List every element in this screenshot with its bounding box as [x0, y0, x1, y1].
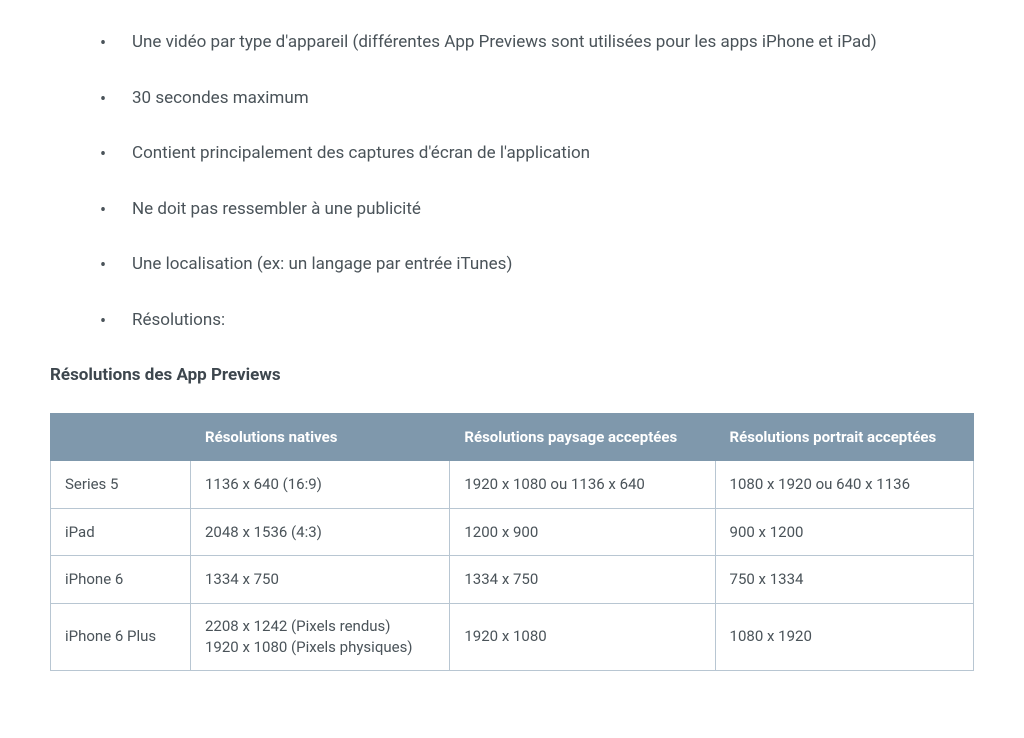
resolutions-table: Résolutions natives Résolutions paysage … — [50, 413, 974, 671]
table-cell-landscape: 1920 x 1080 — [450, 603, 715, 670]
table-row: iPad 2048 x 1536 (4:3) 1200 x 900 900 x … — [51, 508, 974, 556]
list-item: Contient principalement des captures d'é… — [100, 141, 984, 167]
section-heading: Résolutions des App Previews — [40, 363, 984, 389]
table-header-row: Résolutions natives Résolutions paysage … — [51, 413, 974, 461]
table-row: iPhone 6 1334 x 750 1334 x 750 750 x 133… — [51, 556, 974, 604]
table-cell-landscape: 1200 x 900 — [450, 508, 715, 556]
table-cell-portrait: 750 x 1334 — [715, 556, 973, 604]
table-cell-device: iPhone 6 — [51, 556, 191, 604]
table-cell-portrait: 900 x 1200 — [715, 508, 973, 556]
table-cell-native: 2208 x 1242 (Pixels rendus)1920 x 1080 (… — [191, 603, 450, 670]
list-item: Une vidéo par type d'appareil (différent… — [100, 30, 984, 56]
list-item: Ne doit pas ressembler à une publicité — [100, 197, 984, 223]
table-header-cell: Résolutions natives — [191, 413, 450, 461]
table-cell-device: iPhone 6 Plus — [51, 603, 191, 670]
table-wrapper: Résolutions natives Résolutions paysage … — [40, 413, 984, 671]
table-row: Series 5 1136 x 640 (16:9) 1920 x 1080 o… — [51, 461, 974, 509]
list-item: Résolutions: — [100, 308, 984, 334]
list-item: Une localisation (ex: un langage par ent… — [100, 252, 984, 278]
table-cell-device: Series 5 — [51, 461, 191, 509]
list-item: 30 secondes maximum — [100, 86, 984, 112]
bullet-list: Une vidéo par type d'appareil (différent… — [40, 30, 984, 333]
table-cell-device: iPad — [51, 508, 191, 556]
table-cell-landscape: 1334 x 750 — [450, 556, 715, 604]
table-header-cell: Résolutions paysage acceptées — [450, 413, 715, 461]
table-cell-native: 1334 x 750 — [191, 556, 450, 604]
table-header-cell — [51, 413, 191, 461]
table-cell-landscape: 1920 x 1080 ou 1136 x 640 — [450, 461, 715, 509]
table-cell-native: 1136 x 640 (16:9) — [191, 461, 450, 509]
table-header-cell: Résolutions portrait acceptées — [715, 413, 973, 461]
table-row: iPhone 6 Plus 2208 x 1242 (Pixels rendus… — [51, 603, 974, 670]
table-cell-portrait: 1080 x 1920 — [715, 603, 973, 670]
table-cell-native: 2048 x 1536 (4:3) — [191, 508, 450, 556]
table-cell-portrait: 1080 x 1920 ou 640 x 1136 — [715, 461, 973, 509]
